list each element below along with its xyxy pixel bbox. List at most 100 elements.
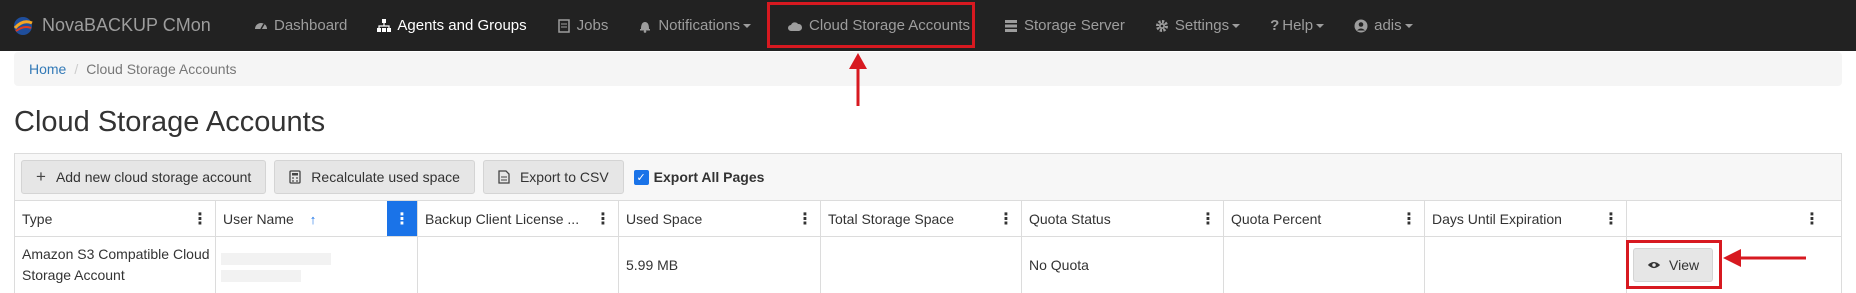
cloud-icon (788, 21, 803, 31)
top-navbar: NovaBACKUP CMon Dashboard Agents and Gro… (0, 0, 1856, 51)
recalculate-label: Recalculate used space (311, 169, 460, 185)
chevron-down-icon (1316, 23, 1325, 28)
column-menu-icon[interactable]: ⋮ (1394, 201, 1424, 236)
column-header-quota-status[interactable]: Quota Status ⋮ (1022, 201, 1224, 237)
add-account-button[interactable]: + Add new cloud storage account (21, 160, 267, 194)
cell-used-space: 5.99 MB (619, 237, 821, 293)
chevron-down-icon (1404, 23, 1413, 28)
cell-license (418, 237, 619, 293)
view-button-label: View (1669, 256, 1700, 273)
column-label: Quota Status (1029, 211, 1111, 227)
nav-storage-server[interactable]: Storage Server (989, 0, 1140, 51)
column-menu-icon[interactable]: ⋮ (1596, 201, 1626, 236)
column-label: Type (22, 211, 53, 227)
redacted-block (221, 253, 331, 265)
cell-total-storage (821, 237, 1022, 293)
nav-storage-server-label: Storage Server (1023, 17, 1125, 34)
column-menu-icon[interactable]: ⋮ (185, 201, 215, 236)
page-title: Cloud Storage Accounts (14, 106, 326, 138)
column-header-actions[interactable]: ⋮ (1627, 201, 1841, 237)
accounts-grid: + Add new cloud storage account Recalcul… (14, 153, 1842, 293)
nav-help[interactable]: ? Help (1255, 0, 1339, 51)
gear-icon (1155, 19, 1168, 32)
column-label: Quota Percent (1231, 211, 1322, 227)
chevron-down-icon (1232, 23, 1241, 28)
dashboard-icon (255, 22, 267, 29)
column-header-quota-percent[interactable]: Quota Percent ⋮ (1224, 201, 1425, 237)
cell-quota-percent (1224, 237, 1425, 293)
column-label: Used Space (626, 211, 703, 227)
export-all-pages-checkbox[interactable]: ✓ Export All Pages (633, 169, 765, 185)
csv-file-icon (498, 170, 510, 184)
novabackup-logo-icon (13, 16, 33, 35)
calculator-icon (289, 170, 301, 184)
nav-jobs[interactable]: Jobs (542, 0, 624, 51)
cell-quota-status-text: No Quota (1029, 256, 1089, 273)
nav-user-label: adis (1374, 17, 1402, 34)
column-label: User Name (223, 211, 294, 227)
breadcrumb: Home / Cloud Storage Accounts (14, 52, 1842, 86)
nav-cloud-storage-accounts[interactable]: Cloud Storage Accounts (772, 0, 985, 51)
grid-header-row: Type ⋮ User Name ↑ ⋮ Backup Client Licen… (15, 201, 1841, 237)
chevron-down-icon (743, 23, 752, 28)
column-header-days-until-expiration[interactable]: Days Until Expiration ⋮ (1425, 201, 1627, 237)
cell-days-until-expiration (1425, 237, 1627, 293)
grid-toolbar: + Add new cloud storage account Recalcul… (15, 154, 1841, 201)
column-header-license[interactable]: Backup Client License ... ⋮ (418, 201, 619, 237)
column-header-user-name[interactable]: User Name ↑ ⋮ (216, 201, 418, 237)
column-menu-icon[interactable]: ⋮ (790, 201, 820, 236)
column-menu-icon[interactable]: ⋮ (588, 201, 618, 236)
cell-user-name (216, 237, 418, 293)
sort-ascending-icon: ↑ (309, 211, 317, 227)
column-menu-icon[interactable]: ⋮ (1193, 201, 1223, 236)
column-label: Backup Client License ... (425, 211, 580, 227)
nav-agents-and-groups[interactable]: Agents and Groups (362, 0, 541, 51)
breadcrumb-home-link[interactable]: Home (29, 61, 66, 77)
column-menu-icon[interactable]: ⋮ (1797, 201, 1827, 236)
annotation-arrow-up (849, 53, 867, 106)
eye-icon (1647, 261, 1661, 269)
table-row[interactable]: Amazon S3 Compatible Cloud Storage Accou… (15, 237, 1841, 293)
question-icon: ? (1270, 17, 1280, 34)
breadcrumb-separator: / (74, 61, 79, 77)
export-csv-button[interactable]: Export to CSV (482, 160, 624, 194)
nav-settings[interactable]: Settings (1140, 0, 1255, 51)
breadcrumb-current: Cloud Storage Accounts (86, 61, 237, 77)
nav-notifications-label: Notifications (658, 17, 741, 34)
jobs-icon (557, 18, 570, 33)
export-all-pages-label: Export All Pages (653, 169, 765, 185)
nav-cloud-label: Cloud Storage Accounts (809, 17, 970, 34)
nav-dashboard-label: Dashboard (274, 17, 348, 34)
cell-used-space-text: 5.99 MB (626, 256, 679, 273)
nav-agents-label: Agents and Groups (397, 17, 527, 34)
column-label: Days Until Expiration (1432, 211, 1562, 227)
server-icon (1004, 19, 1017, 32)
cell-quota-status: No Quota (1022, 237, 1224, 293)
nav-user-menu[interactable]: adis (1339, 0, 1428, 51)
nav-help-label: Help (1282, 17, 1314, 34)
cell-type: Amazon S3 Compatible Cloud Storage Accou… (15, 237, 216, 293)
column-header-type[interactable]: Type ⋮ (15, 201, 216, 237)
checkmark-icon: ✓ (633, 169, 649, 185)
add-account-label: Add new cloud storage account (55, 169, 252, 185)
nav-notifications[interactable]: Notifications (623, 0, 766, 51)
bell-icon (640, 21, 651, 33)
nav-jobs-label: Jobs (576, 17, 609, 34)
export-csv-label: Export to CSV (519, 169, 609, 185)
recalculate-button[interactable]: Recalculate used space (274, 160, 475, 194)
brand-name: NovaBACKUP CMon (42, 15, 211, 35)
brand[interactable]: NovaBACKUP CMon (0, 0, 239, 51)
column-header-total-storage[interactable]: Total Storage Space ⋮ (821, 201, 1022, 237)
sitemap-icon (377, 18, 392, 32)
view-button[interactable]: View (1633, 248, 1714, 282)
nav-settings-label: Settings (1174, 17, 1230, 34)
cell-type-text: Amazon S3 Compatible Cloud Storage Accou… (22, 246, 210, 283)
annotation-arrow-left (1723, 249, 1806, 267)
column-menu-icon[interactable]: ⋮ (991, 201, 1021, 236)
column-header-used-space[interactable]: Used Space ⋮ (619, 201, 821, 237)
nav-dashboard[interactable]: Dashboard (239, 0, 362, 51)
plus-icon: + (36, 167, 46, 186)
user-icon (1354, 19, 1368, 32)
column-label: Total Storage Space (828, 211, 955, 227)
column-menu-icon[interactable]: ⋮ (387, 201, 417, 236)
